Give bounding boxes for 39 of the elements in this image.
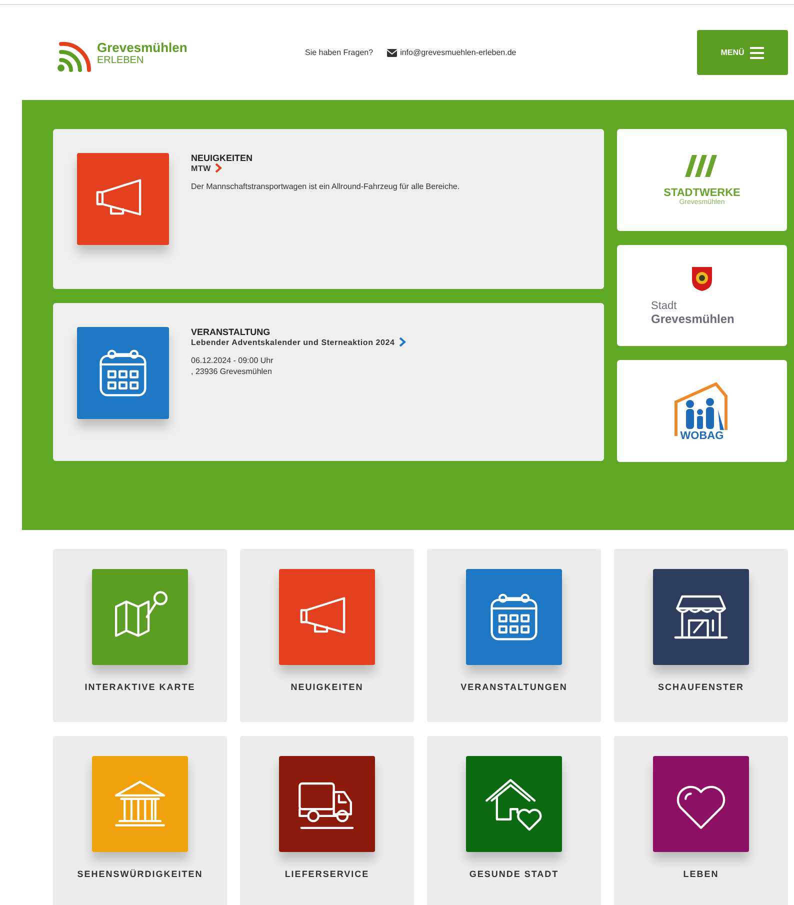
partner-name: Stadt bbox=[651, 300, 678, 312]
partner-card[interactable]: WOBAG bbox=[617, 360, 787, 462]
logo-name: Grevesmühlen bbox=[97, 40, 188, 54]
category-tile[interactable]: LEBEN bbox=[614, 736, 788, 905]
feature-text: , 23936 Grevesmühlen bbox=[191, 366, 273, 377]
category-tile[interactable]: SCHAUFENSTER bbox=[614, 549, 788, 722]
category-tile[interactable]: INTERAKTIVE KARTE bbox=[53, 549, 227, 722]
category-tile[interactable]: SEHENSWÜRDIGKEITEN bbox=[53, 736, 227, 905]
feature-title[interactable]: MTW bbox=[191, 164, 212, 172]
partner-card[interactable]: Stadt Grevesmühlen bbox=[617, 245, 787, 346]
partner-name: WOBAG bbox=[680, 430, 724, 442]
tile-label: SEHENSWÜRDIGKEITEN bbox=[77, 869, 203, 879]
feature-text: 06.12.2024 - 09:00 Uhr bbox=[191, 355, 274, 366]
feature-text: Der Mannschaftstransportwagen ist ein Allround-Fahrzeug für alle Bereiche. bbox=[191, 181, 460, 192]
tile-label: SCHAUFENSTER bbox=[658, 682, 744, 692]
tile-label: VERANSTALTUNGEN bbox=[460, 682, 568, 692]
feature-category: NEUIGKEITEN bbox=[191, 153, 254, 163]
category-tile[interactable]: GESUNDE STADT bbox=[427, 736, 601, 905]
contact-question: Sie haben Fragen? bbox=[305, 48, 374, 57]
feature-title[interactable]: Lebender Adventskalender und Sterneaktion 2024 bbox=[191, 338, 395, 346]
tile-label: GESUNDE STADT bbox=[469, 869, 559, 879]
feature-category: VERANSTALTUNG bbox=[191, 327, 272, 337]
tile-label: LIEFERSERVICE bbox=[284, 869, 370, 879]
stripes-icon bbox=[684, 154, 720, 176]
feature-card[interactable]: NEUIGKEITEN MTW Der Mannschaftstransportwagen ist ein Allround-Fahrzeug für alle Bereiche. bbox=[53, 129, 604, 289]
partner-place: Grevesmühlen bbox=[651, 312, 734, 326]
email-link[interactable]: info@grevesmuehlen-erleben.de bbox=[400, 48, 516, 57]
mail-icon bbox=[387, 48, 398, 56]
tile-label: NEUIGKEITEN bbox=[290, 682, 364, 692]
menu-icon bbox=[750, 46, 764, 58]
tile-label: INTERAKTIVE KARTE bbox=[84, 682, 196, 692]
category-tile[interactable]: VERANSTALTUNGEN bbox=[427, 549, 601, 722]
crest-icon bbox=[691, 266, 713, 292]
partner-name: STADTWERKE bbox=[664, 186, 740, 198]
category-tile[interactable]: NEUIGKEITEN bbox=[240, 549, 414, 722]
logo-tagline: ERLEBEN bbox=[97, 54, 145, 66]
feature-card[interactable]: VERANSTALTUNG Lebender Adventskalender und Sterneaktion 2024 06.12.2024 - 09:00 Uhr , 23936 Grevesmühlen bbox=[53, 303, 604, 461]
category-tile[interactable]: LIEFERSERVICE bbox=[240, 736, 414, 905]
tile-label: LEBEN bbox=[683, 869, 719, 879]
